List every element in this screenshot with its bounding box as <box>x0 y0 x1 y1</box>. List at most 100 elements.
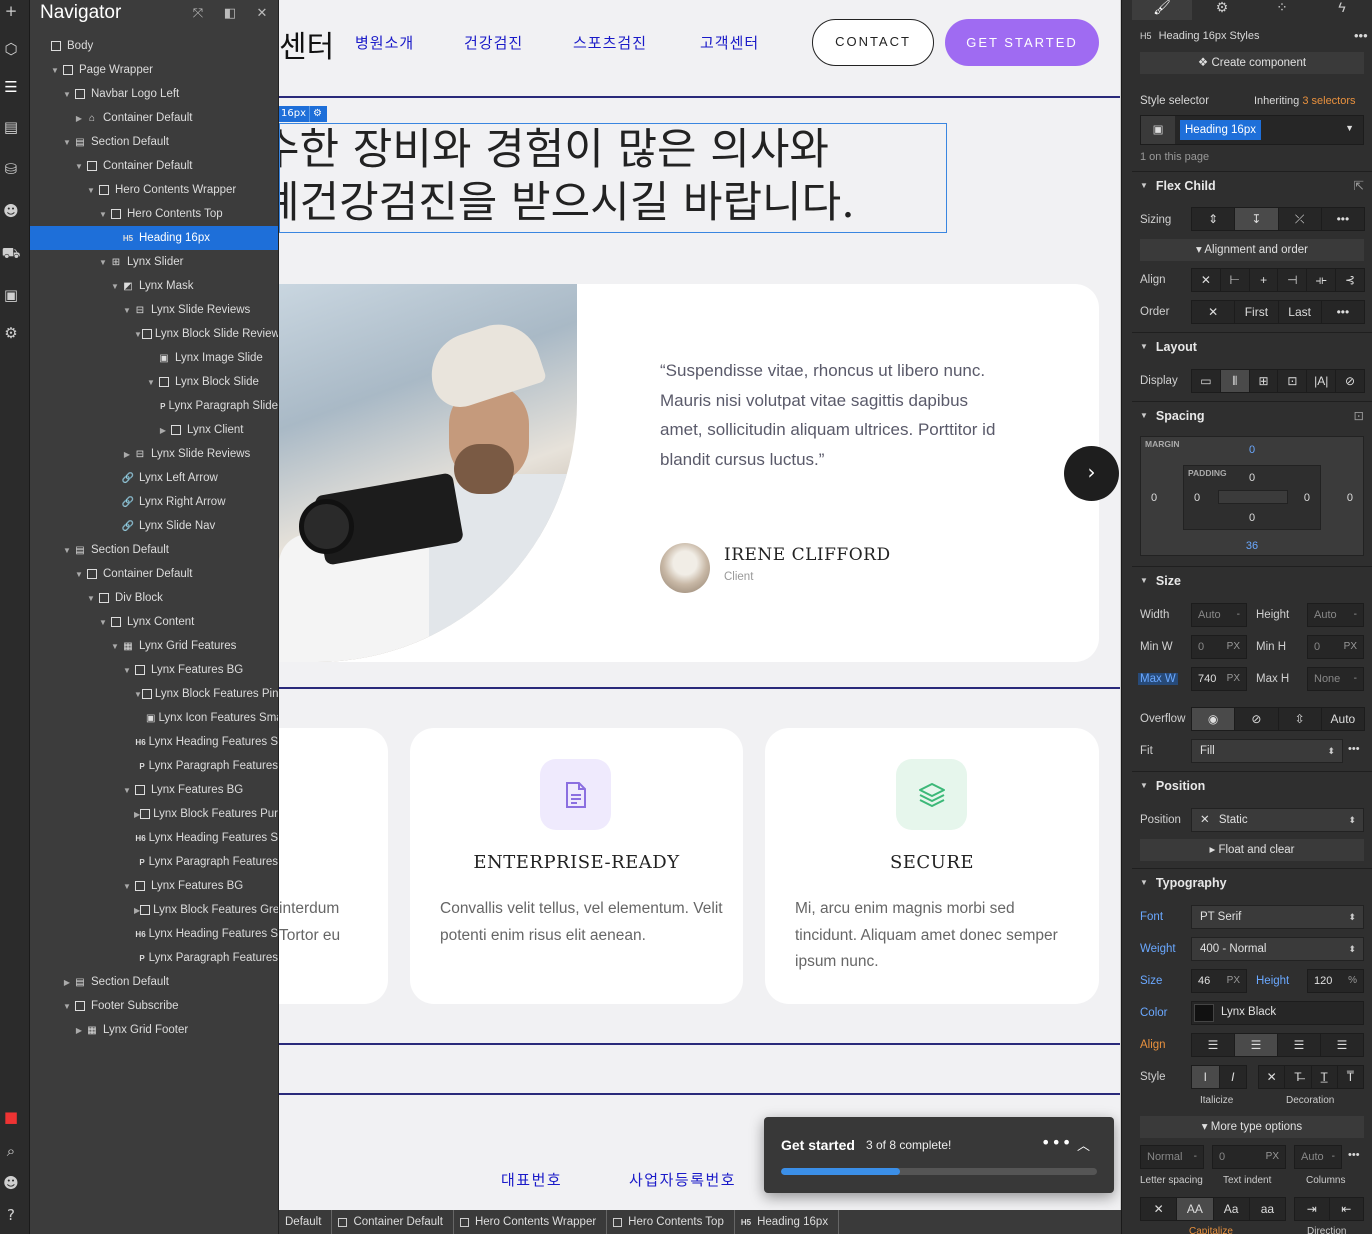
margin-bottom[interactable]: 36 <box>1141 540 1363 552</box>
align-center-icon[interactable]: ☰ <box>1235 1034 1278 1056</box>
margin-top[interactable]: 0 <box>1141 444 1363 456</box>
menu-link-sports[interactable]: 스포츠검진 <box>573 32 647 53</box>
none-icon[interactable]: ✕ <box>1141 1198 1178 1220</box>
flex-child-section[interactable]: ▼ Flex Child ⇱ <box>1132 171 1372 199</box>
breadcrumb-item[interactable]: Hero Contents Wrapper <box>454 1210 608 1234</box>
navigator-item[interactable]: ▼ Lynx Features BG <box>30 658 278 682</box>
navigator-item[interactable]: ▼ ▤ Section Default <box>30 538 278 562</box>
sizing-control[interactable]: ⇕ ↧ ⤫ ••• <box>1191 207 1365 231</box>
close-icon[interactable]: ✕ <box>246 6 278 21</box>
navigator-item[interactable]: H5 Heading 16px <box>30 226 278 250</box>
navigator-item[interactable]: ▼ ▤ Section Default <box>30 130 278 154</box>
decoration-control[interactable]: ✕ T̶ T̲ T̅ <box>1258 1065 1364 1089</box>
navigator-item[interactable]: ▼ ⊟ Lynx Slide Reviews <box>30 298 278 322</box>
gear-icon[interactable]: ⚙ <box>309 106 325 122</box>
text-align-control[interactable]: ☰ ☰ ☰ ☰ <box>1191 1033 1364 1057</box>
padding-top[interactable]: 0 <box>1184 472 1320 484</box>
scroll-icon[interactable]: ⇳ <box>1279 708 1322 730</box>
hero-heading[interactable]: 수한 장비와 경험이 많은 의사와 계건강검진을 받으시길 바랍니다. <box>279 123 947 233</box>
caret-down-icon[interactable]: ▼ <box>98 258 108 267</box>
weight-select[interactable]: 400 - Normal ⬍ <box>1191 937 1364 961</box>
font-size-unit[interactable]: PX <box>1227 970 1240 992</box>
caret-down-icon[interactable]: ▼ <box>62 546 72 555</box>
navigator-item[interactable]: ▼ Lynx Features BG <box>30 874 278 898</box>
caret-down-icon[interactable]: ▼ <box>122 306 132 315</box>
caret-down-icon[interactable]: ▼ <box>62 90 72 99</box>
breadcrumb-item[interactable]: Container Default <box>332 1210 454 1234</box>
text-indent-field[interactable]: 0 PX <box>1212 1145 1286 1169</box>
sizing-shrink-icon[interactable]: ⇕ <box>1192 208 1236 230</box>
typography-section[interactable]: ▼ Typography <box>1132 868 1372 896</box>
more-icon[interactable]: ••• <box>1322 208 1364 230</box>
caret-right-icon[interactable]: ▶ <box>74 1026 84 1035</box>
italic-control[interactable]: II <box>1191 1065 1247 1089</box>
selection-badge[interactable]: 16px ⚙ <box>279 106 327 122</box>
caret-down-icon[interactable]: ▼ <box>122 666 132 675</box>
navigator-item[interactable]: ▼ Page Wrapper <box>30 58 278 82</box>
padding-right[interactable]: 0 <box>1304 492 1310 504</box>
collaborators-icon[interactable]: ☻ <box>0 1172 22 1194</box>
navigator-item[interactable]: ▶ Lynx Block Features Green <box>30 898 278 922</box>
navigator-item[interactable]: ▣ Lynx Icon Features Small <box>30 706 278 730</box>
padding-bottom[interactable]: 0 <box>1184 512 1320 524</box>
navigator-item[interactable]: ▼ Div Block <box>30 586 278 610</box>
minh-field[interactable]: 0 PX <box>1307 635 1364 659</box>
overline-icon[interactable]: T̅ <box>1338 1066 1363 1088</box>
navigator-item[interactable]: 🔗 Lynx Right Arrow <box>30 490 278 514</box>
navigator-icon[interactable]: ☰ <box>0 76 22 98</box>
caret-right-icon[interactable]: ▶ <box>62 978 72 987</box>
align-right-icon[interactable]: ☰ <box>1278 1034 1321 1056</box>
search-icon[interactable]: ⌕ <box>0 1140 22 1162</box>
caret-down-icon[interactable]: ▼ <box>122 882 132 891</box>
footer-link-phone[interactable]: 대표번호 <box>501 1169 562 1190</box>
caret-down-icon[interactable]: ▼ <box>110 282 120 291</box>
margin-left[interactable]: 0 <box>1151 492 1157 504</box>
navigator-item[interactable]: ▼ ▦ Lynx Grid Features <box>30 634 278 658</box>
navigator-item[interactable]: H6 Lynx Heading Features S <box>30 826 278 850</box>
get-started-checklist[interactable]: Get started 3 of 8 complete! ••• ︿ <box>764 1117 1114 1193</box>
navigator-item[interactable]: P Lynx Paragraph Features <box>30 850 278 874</box>
caret-down-icon[interactable]: ▼ <box>98 618 108 627</box>
align-center-icon[interactable]: + <box>1250 269 1279 291</box>
maxh-field[interactable]: None - <box>1307 667 1364 691</box>
navigator-item[interactable]: ▼ Lynx Content <box>30 610 278 634</box>
display-flex-icon[interactable]: ⫴ <box>1220 370 1250 392</box>
record-icon[interactable]: ■ <box>0 1106 22 1128</box>
caret-down-icon[interactable]: ▼ <box>86 594 96 603</box>
navigator-item[interactable]: ▼ ⊞ Lynx Slider <box>30 250 278 274</box>
help-icon[interactable]: ? <box>0 1204 22 1226</box>
navigator-item[interactable]: 🔗 Lynx Slide Nav <box>30 514 278 538</box>
navigator-item[interactable]: ▶ ⊟ Lynx Slide Reviews <box>30 442 278 466</box>
align-left-icon[interactable]: ☰ <box>1192 1034 1235 1056</box>
navigator-item[interactable]: ▶Lynx Block Features Purple <box>30 802 278 826</box>
navigator-item[interactable]: Body <box>30 34 278 58</box>
settings-icon[interactable]: ⚙ <box>0 322 22 344</box>
selector-field[interactable]: ▣ Heading 16px ▼ <box>1140 115 1364 145</box>
navigator-item[interactable]: ▼ ◩ Lynx Mask <box>30 274 278 298</box>
expand-icon[interactable]: ⇱ <box>1354 178 1364 193</box>
spacing-section[interactable]: ▼ Spacing ⊡ <box>1132 401 1372 429</box>
maxw-field[interactable]: 740 PX <box>1191 667 1247 691</box>
position-section[interactable]: ▼ Position <box>1132 771 1372 799</box>
navigator-item[interactable]: H6 Lynx Heading Features S <box>30 730 278 754</box>
alignment-order-toggle[interactable]: ▾ Alignment and order <box>1140 239 1364 261</box>
get-started-button[interactable]: GET STARTED <box>945 19 1099 66</box>
caret-down-icon[interactable]: ▼ <box>134 690 142 699</box>
breadcrumb-item[interactable]: Default <box>279 1210 333 1234</box>
capitalize-control[interactable]: ✕ AA Aa aa <box>1140 1197 1286 1221</box>
navigator-item[interactable]: ▼ Footer Subscribe <box>30 994 278 1018</box>
strikethrough-icon[interactable]: T̶ <box>1285 1066 1312 1088</box>
assets-icon[interactable]: ▣ <box>0 284 22 306</box>
font-select[interactable]: PT Serif ⬍ <box>1191 905 1364 929</box>
caret-down-icon[interactable]: ▼ <box>146 378 156 387</box>
caret-down-icon[interactable]: ▼ <box>98 210 108 219</box>
display-block-icon[interactable]: ▭ <box>1192 370 1221 392</box>
display-grid-icon[interactable]: ⊞ <box>1250 370 1279 392</box>
navigator-item[interactable]: ▼ Container Default <box>30 154 278 178</box>
width-field[interactable]: Auto - <box>1191 603 1247 627</box>
order-last[interactable]: Last <box>1279 301 1322 323</box>
line-height-unit[interactable]: % <box>1348 970 1357 992</box>
order-control[interactable]: ✕ First Last ••• <box>1191 300 1365 324</box>
pages-icon[interactable]: ▤ <box>0 116 22 138</box>
margin-right[interactable]: 0 <box>1347 492 1353 504</box>
